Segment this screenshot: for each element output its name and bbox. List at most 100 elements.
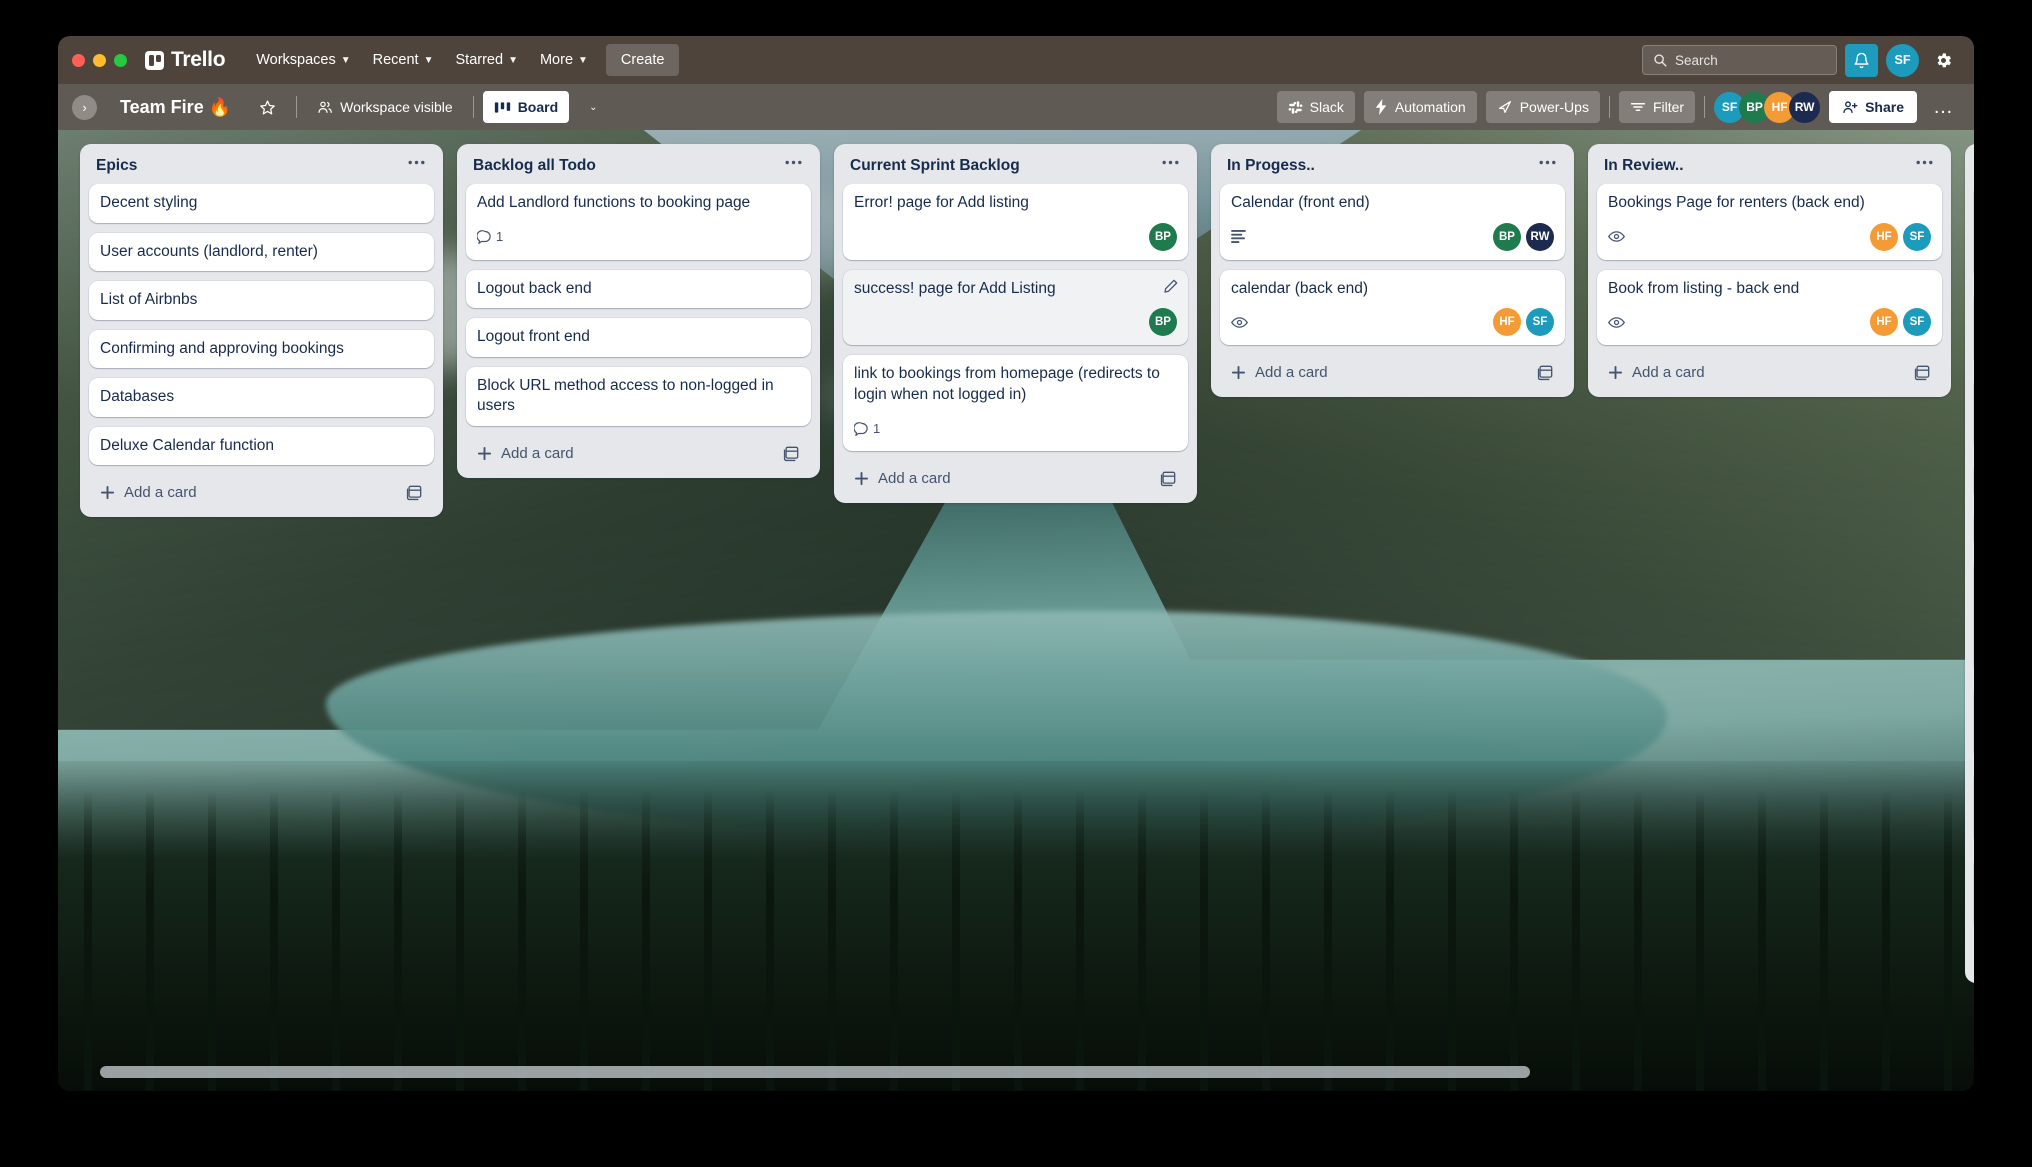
scrollbar-thumb[interactable]	[100, 1066, 1530, 1078]
avatar[interactable]: SF	[1886, 44, 1919, 77]
search-icon	[1653, 53, 1667, 67]
maximize-window-button[interactable]	[114, 54, 127, 67]
card[interactable]: Decent styling	[89, 184, 434, 222]
automation-button[interactable]: Automation	[1364, 91, 1477, 123]
card[interactable]: Confirming and approving bookings	[89, 330, 434, 368]
card-template-button[interactable]	[783, 445, 800, 462]
card[interactable]: Error! page for Add listingBP	[843, 184, 1188, 259]
board-horizontal-scrollbar[interactable]	[58, 1066, 1974, 1082]
avatar[interactable]: BP	[1149, 223, 1177, 251]
avatar[interactable]: SF	[1903, 223, 1931, 251]
slack-button[interactable]: Slack	[1277, 91, 1355, 123]
avatar[interactable]: BP	[1493, 223, 1521, 251]
card[interactable]: Logout back end	[466, 270, 811, 308]
avatar[interactable]: HF	[1493, 308, 1521, 336]
card[interactable]: Databases	[89, 378, 434, 416]
add-card-button[interactable]: Add a card	[843, 461, 1188, 496]
list-menu-button[interactable]	[1158, 156, 1183, 175]
list-menu-button[interactable]	[1535, 156, 1560, 175]
card[interactable]: Deluxe Calendar function	[89, 427, 434, 465]
list-menu-icon	[785, 160, 802, 165]
card[interactable]: List of Airbnbs	[89, 281, 434, 319]
list-title[interactable]: In Review..	[1604, 156, 1684, 175]
card-template-button[interactable]	[1537, 364, 1554, 381]
card-members: BP	[1149, 223, 1177, 251]
card-list: Add Landlord functions to booking page1 L…	[462, 184, 815, 435]
share-button[interactable]: Share	[1829, 91, 1917, 123]
card[interactable]: Bookings Page for renters (back end)HFSF	[1597, 184, 1942, 259]
list-title[interactable]: Current Sprint Backlog	[850, 156, 1020, 175]
list-menu-button[interactable]	[404, 156, 429, 175]
edit-card-button[interactable]	[1163, 278, 1179, 294]
search-input[interactable]: Search	[1642, 45, 1837, 75]
list-title[interactable]: In Progess..	[1227, 156, 1315, 175]
filter-button[interactable]: Filter	[1619, 91, 1695, 123]
add-card-button[interactable]: Add a card	[1220, 355, 1565, 390]
trello-logo[interactable]: Trello	[145, 48, 225, 72]
avatar[interactable]: RW	[1526, 223, 1554, 251]
card-badges	[1608, 230, 1625, 243]
chevron-down-icon: ▼	[341, 55, 351, 66]
card[interactable]: Logout front end	[466, 318, 811, 356]
add-card-button[interactable]: Add a card	[89, 475, 434, 510]
nav-workspaces[interactable]: Workspaces ▼	[245, 45, 361, 75]
card[interactable]: Add Landlord functions to booking page1	[466, 184, 811, 259]
close-window-button[interactable]	[72, 54, 85, 67]
card-template-button[interactable]	[406, 484, 423, 501]
card-template-button[interactable]	[1160, 470, 1177, 487]
list-menu-button[interactable]	[1912, 156, 1937, 175]
card-template-button[interactable]	[1914, 364, 1931, 381]
add-card-label: Add a card	[124, 484, 197, 501]
list-title[interactable]: Epics	[96, 156, 137, 175]
avatar[interactable]: SF	[1903, 308, 1931, 336]
card[interactable]: calendar (back end)HFSF	[1220, 270, 1565, 345]
card-title: Logout back end	[477, 279, 800, 299]
workspace-visibility-button[interactable]: Workspace visible	[306, 91, 464, 123]
nav-recent[interactable]: Recent ▼	[362, 45, 445, 75]
watching-badge	[1608, 230, 1625, 243]
add-card-button[interactable]: Add a card	[466, 436, 811, 471]
power-ups-button[interactable]: Power-Ups	[1486, 91, 1600, 123]
sidebar-toggle-button[interactable]: ›	[72, 95, 97, 120]
card[interactable]: Block URL method access to non-logged in…	[466, 367, 811, 426]
star-board-button[interactable]	[248, 91, 287, 123]
add-card-button[interactable]: Add a card	[1597, 355, 1942, 390]
divider	[1609, 96, 1610, 118]
card[interactable]: link to bookings from homepage (redirect…	[843, 355, 1188, 451]
create-button[interactable]: Create	[606, 44, 680, 76]
watching-badge	[1231, 316, 1248, 329]
board-view-dropdown-button[interactable]: ⌄	[578, 91, 608, 123]
board-menu-button[interactable]: …	[1926, 101, 1960, 113]
divider	[1704, 96, 1705, 118]
avatar[interactable]: SF	[1526, 308, 1554, 336]
notifications-button[interactable]	[1845, 44, 1878, 77]
card-members: HFSF	[1870, 223, 1931, 251]
add-card-left: Add a card	[1608, 364, 1705, 381]
nav-more[interactable]: More ▼	[529, 45, 599, 75]
minimize-window-button[interactable]	[93, 54, 106, 67]
comment-icon	[477, 229, 492, 244]
description-icon	[1231, 230, 1246, 243]
share-label: Share	[1865, 99, 1904, 115]
board-title[interactable]: Team Fire 🔥	[112, 93, 239, 122]
list-header: In Progess..	[1216, 153, 1569, 184]
card[interactable]: success! page for Add ListingBP	[843, 270, 1188, 345]
board-view-button[interactable]: Board	[483, 91, 569, 123]
nav-starred[interactable]: Starred ▼	[445, 45, 529, 75]
avatar[interactable]: HF	[1870, 223, 1898, 251]
card-footer: 1	[477, 223, 800, 251]
card-badges	[1608, 316, 1625, 329]
card-footer: BPRW	[1231, 223, 1554, 251]
add-card-left: Add a card	[854, 470, 951, 487]
card[interactable]: Calendar (front end)BPRW	[1220, 184, 1565, 259]
card[interactable]: Book from listing - back endHFSF	[1597, 270, 1942, 345]
card[interactable]: User accounts (landlord, renter)	[89, 233, 434, 271]
card-members: BPRW	[1493, 223, 1554, 251]
bell-icon	[1853, 52, 1870, 69]
list-title[interactable]: Backlog all Todo	[473, 156, 596, 175]
list-menu-button[interactable]	[781, 156, 806, 175]
avatar[interactable]: HF	[1870, 308, 1898, 336]
settings-button[interactable]	[1927, 44, 1960, 77]
avatar[interactable]: RW	[1789, 92, 1820, 123]
avatar[interactable]: BP	[1149, 308, 1177, 336]
